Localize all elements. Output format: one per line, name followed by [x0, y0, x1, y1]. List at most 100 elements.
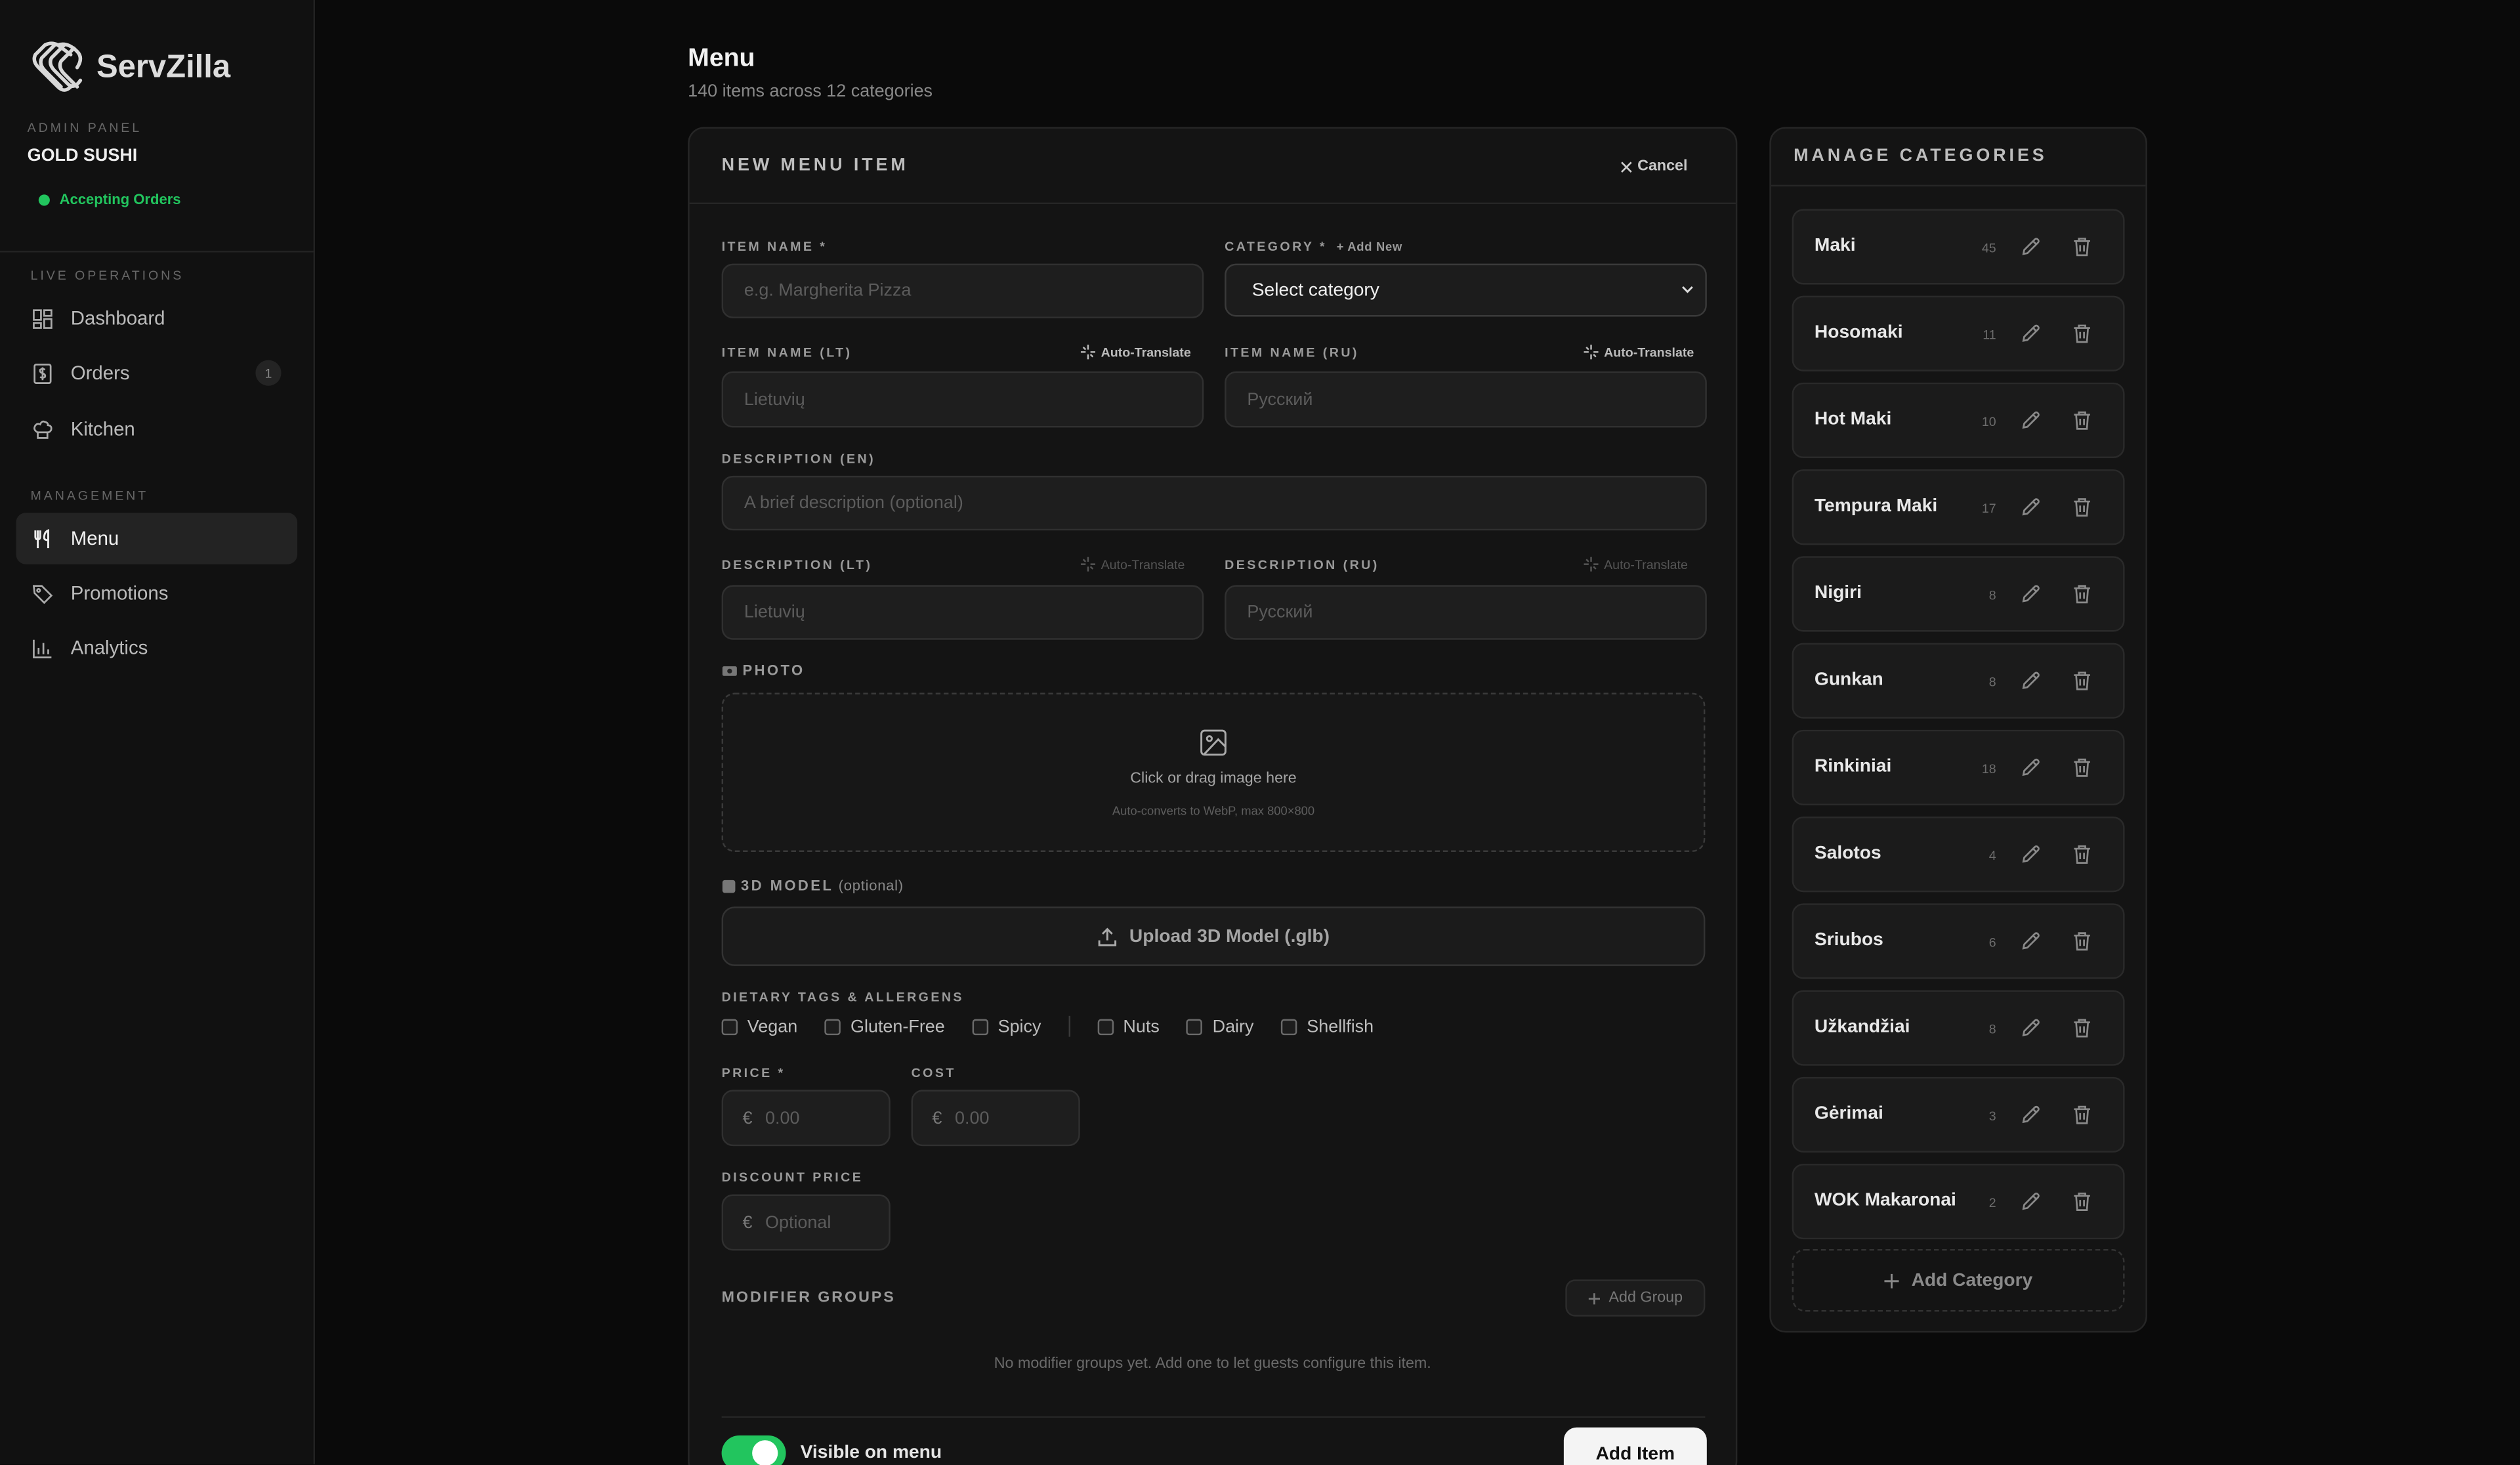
trash-icon[interactable]: [2072, 844, 2093, 873]
page-title: Menu: [688, 45, 755, 73]
pencil-icon[interactable]: [2020, 931, 2041, 960]
auto-translate-label: Auto-Translate: [1604, 345, 1694, 360]
pencil-icon[interactable]: [2020, 670, 2041, 699]
category-row[interactable]: Hot Maki 10: [1792, 382, 2125, 458]
category-row[interactable]: Tempura Maki 17: [1792, 469, 2125, 545]
cancel-button[interactable]: Cancel: [1620, 158, 1687, 175]
category-row[interactable]: WOK Makaronai 2: [1792, 1164, 2125, 1240]
category-count: 11: [1983, 328, 1996, 343]
toggle-knob: [752, 1440, 778, 1465]
sidebar-item-analytics[interactable]: Analytics: [16, 622, 297, 673]
description-ru-input[interactable]: Русский: [1225, 585, 1707, 640]
add-new-category-link[interactable]: + Add New: [1337, 240, 1402, 254]
sidebar-item-label: Analytics: [70, 636, 148, 660]
upload-3d-model-button[interactable]: Upload 3D Model (.glb): [721, 906, 1706, 966]
trash-icon[interactable]: [2072, 410, 2093, 438]
cost-input[interactable]: € 0.00: [911, 1090, 1080, 1147]
tag-gluten-free[interactable]: Gluten-Free: [824, 1017, 945, 1036]
pencil-icon[interactable]: [2020, 410, 2041, 438]
trash-icon[interactable]: [2072, 236, 2093, 265]
pencil-icon[interactable]: [2020, 497, 2041, 526]
checkbox[interactable]: [1097, 1018, 1114, 1034]
auto-translate-item-ru-button[interactable]: Auto-Translate: [1583, 344, 1694, 360]
pencil-icon[interactable]: [2020, 1104, 2041, 1133]
trash-icon[interactable]: [2072, 584, 2093, 612]
trash-icon[interactable]: [2072, 497, 2093, 526]
trash-icon[interactable]: [2072, 1017, 2093, 1046]
checkbox[interactable]: [824, 1018, 841, 1034]
category-row[interactable]: Rinkiniai 18: [1792, 729, 2125, 805]
category-count: 8: [1988, 675, 1996, 690]
sidebar-item-promotions[interactable]: Promotions: [16, 567, 297, 618]
servzilla-logo-icon: [32, 41, 83, 92]
auto-translate-label: Auto-Translate: [1604, 557, 1688, 572]
tag-shellfish[interactable]: Shellfish: [1281, 1017, 1374, 1036]
trash-icon[interactable]: [2072, 931, 2093, 960]
pencil-icon[interactable]: [2020, 323, 2041, 352]
trash-icon[interactable]: [2072, 1104, 2093, 1133]
pencil-icon[interactable]: [2020, 1191, 2041, 1220]
category-row[interactable]: Salotos 4: [1792, 817, 2125, 893]
pencil-icon[interactable]: [2020, 1017, 2041, 1046]
checkbox[interactable]: [972, 1018, 988, 1034]
add-group-button[interactable]: Add Group: [1565, 1279, 1706, 1317]
checkbox[interactable]: [721, 1018, 738, 1034]
trash-icon[interactable]: [2072, 1191, 2093, 1220]
category-select[interactable]: Select category: [1225, 263, 1707, 317]
pencil-icon[interactable]: [2020, 844, 2041, 873]
category-row[interactable]: Gėrimai 3: [1792, 1076, 2125, 1153]
trash-icon[interactable]: [2072, 670, 2093, 699]
category-count: 4: [1988, 849, 1996, 864]
checkbox[interactable]: [1281, 1018, 1297, 1034]
item-name-ru-input[interactable]: Русский: [1225, 371, 1707, 428]
sidebar-item-label: Promotions: [70, 582, 169, 605]
currency-symbol: €: [932, 1108, 942, 1128]
visible-toggle[interactable]: [721, 1435, 786, 1465]
auto-translate-desc-ru-button[interactable]: Auto-Translate: [1583, 556, 1688, 572]
plus-icon: [1885, 1273, 1900, 1288]
add-category-button[interactable]: Add Category: [1792, 1248, 2125, 1312]
trash-icon[interactable]: [2072, 323, 2093, 352]
item-name-lt-input[interactable]: Lietuvių: [721, 371, 1204, 428]
category-count: 18: [1981, 761, 1996, 776]
category-row[interactable]: Maki 45: [1792, 209, 2125, 285]
description-en-input[interactable]: A brief description (optional): [721, 475, 1707, 531]
description-lt-input[interactable]: Lietuvių: [721, 585, 1204, 640]
category-count: 2: [1988, 1196, 1996, 1211]
tag-spicy[interactable]: Spicy: [972, 1017, 1041, 1036]
discount-price-input[interactable]: € Optional: [721, 1194, 891, 1251]
pencil-icon[interactable]: [2020, 757, 2041, 786]
item-name-input[interactable]: e.g. Margherita Pizza: [721, 263, 1204, 318]
category-count: 45: [1981, 241, 1996, 256]
sidebar-item-orders[interactable]: Orders 1: [16, 347, 297, 398]
sidebar-item-dashboard[interactable]: Dashboard: [16, 293, 297, 344]
trash-icon[interactable]: [2072, 757, 2093, 786]
logo[interactable]: ServZilla: [29, 39, 230, 96]
image-icon: [1200, 729, 1227, 756]
checkbox[interactable]: [1186, 1018, 1203, 1034]
price-input[interactable]: € 0.00: [721, 1090, 891, 1147]
description-ru-label: DESCRIPTION (RU): [1225, 557, 1379, 572]
visible-toggle-label: Visible on menu: [800, 1443, 942, 1463]
category-row[interactable]: Gunkan 8: [1792, 643, 2125, 719]
sidebar-item-menu[interactable]: Menu: [16, 513, 298, 564]
auto-translate-item-lt-button[interactable]: Auto-Translate: [1080, 344, 1191, 360]
pencil-icon[interactable]: [2020, 236, 2041, 265]
add-item-button[interactable]: Add Item: [1563, 1427, 1707, 1465]
tag-nuts[interactable]: Nuts: [1097, 1017, 1160, 1036]
auto-translate-desc-lt-button[interactable]: Auto-Translate: [1080, 556, 1185, 572]
category-row[interactable]: Užkandžiai 8: [1792, 990, 2125, 1066]
sparkle-icon: [1584, 345, 1599, 360]
category-row[interactable]: Nigiri 8: [1792, 556, 2125, 632]
category-row[interactable]: Sriubos 6: [1792, 903, 2125, 979]
pencil-icon[interactable]: [2020, 584, 2041, 612]
category-row[interactable]: Hosomaki 11: [1792, 295, 2125, 372]
sparkle-icon: [1080, 345, 1095, 360]
3d-model-label-text: 3D MODEL: [740, 878, 834, 894]
bar-chart-icon: [32, 637, 53, 658]
sidebar-item-label: Dashboard: [70, 307, 165, 330]
tag-dairy[interactable]: Dairy: [1186, 1017, 1253, 1036]
tag-vegan[interactable]: Vegan: [721, 1017, 797, 1036]
sidebar-item-kitchen[interactable]: Kitchen: [16, 404, 297, 455]
photo-dropzone[interactable]: Click or drag image here Auto-converts t…: [721, 692, 1706, 852]
